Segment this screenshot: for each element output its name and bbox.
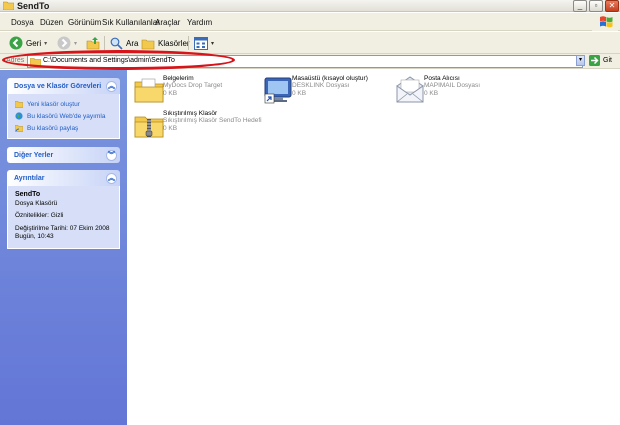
forward-dropdown-icon: ▾ <box>74 40 78 47</box>
views-button[interactable]: ▾ <box>194 35 214 51</box>
go-label: Git <box>603 57 612 64</box>
window-title: SendTo <box>17 1 50 11</box>
views-dropdown-icon: ▾ <box>211 40 215 47</box>
menu-view[interactable]: Görünüm <box>68 18 101 27</box>
panel-title: Dosya ve Klasör Görevleri <box>14 83 102 90</box>
folder-icon <box>30 58 41 67</box>
address-input[interactable]: C:\Documents and Settings\admin\SendTo <box>27 55 583 68</box>
minimize-button[interactable]: _ <box>573 0 587 12</box>
address-label: Adres <box>6 57 25 64</box>
file-name: Masaüstü (kısayol oluştur) <box>292 75 368 82</box>
forward-button[interactable]: ▾ <box>57 35 77 51</box>
file-item[interactable]: Masaüstü (kısayol oluştur) DESKLINK Dosy… <box>258 72 408 108</box>
file-desc: MyDocs Drop Target <box>163 82 223 89</box>
windows-logo-icon <box>592 13 618 31</box>
file-item[interactable]: Posta Alıcısı MAPIMAIL Dosyası 0 KB <box>390 72 540 108</box>
new-folder-icon <box>15 101 23 108</box>
search-button[interactable]: Ara <box>110 35 138 51</box>
details-type: Dosya Klasörü <box>15 199 58 207</box>
file-desc: MAPIMAIL Dosyası <box>424 82 481 89</box>
address-path: C:\Documents and Settings\admin\SendTo <box>43 57 175 64</box>
file-size: 0 KB <box>424 90 439 97</box>
panel-title: Ayrıntılar <box>14 175 45 182</box>
details-modified-time: Bugün, 10:43 <box>15 233 54 240</box>
menu-tools[interactable]: Araçlar <box>155 18 180 27</box>
close-button[interactable]: ✕ <box>605 0 619 12</box>
file-desc: Sıkıştırılmış Klasör SendTo Hedefi <box>163 117 262 124</box>
toolbar: Geri ▾ ▾ Ara Klasörler ▾ <box>0 32 620 54</box>
back-label: Geri <box>26 38 42 48</box>
forward-arrow-icon <box>57 36 71 50</box>
file-name: Posta Alıcısı <box>424 75 460 82</box>
mail-recipient-icon <box>396 76 424 103</box>
file-size: 0 KB <box>163 90 178 97</box>
file-size: 0 KB <box>292 90 307 97</box>
collapse-icon[interactable]: ︽ <box>106 81 117 92</box>
zip-folder-icon <box>134 116 164 138</box>
task-publish-web[interactable]: Bu klasörü Web'de yayımla <box>15 110 119 122</box>
panel-title: Diğer Yerler <box>14 152 54 159</box>
file-name: Belgelerim <box>163 75 194 82</box>
file-size: 0 KB <box>163 125 178 132</box>
panel-header[interactable]: Diğer Yerler ︾ <box>7 147 120 163</box>
back-arrow-icon <box>9 36 23 50</box>
my-documents-icon <box>134 78 164 103</box>
file-name: Sıkıştırılmış Klasör <box>163 110 218 117</box>
views-icon <box>194 36 208 50</box>
folder-icon <box>3 1 14 10</box>
maximize-button[interactable]: ▫ <box>589 0 603 12</box>
up-folder-icon <box>86 37 100 50</box>
details-panel: Ayrıntılar ︽ SendTo Dosya Klasörü Öznite… <box>7 170 120 249</box>
globe-icon <box>15 112 23 120</box>
panel-header[interactable]: Dosya ve Klasör Görevleri ︽ <box>7 78 120 94</box>
file-item[interactable]: Belgelerim MyDocs Drop Target 0 KB <box>129 72 279 108</box>
file-list[interactable]: Belgelerim MyDocs Drop Target 0 KB Masaü… <box>127 70 620 425</box>
menu-bar: Dosya Düzen Görünüm Sık Kullanılanlar Ar… <box>0 13 620 31</box>
expand-icon[interactable]: ︾ <box>106 150 117 161</box>
folders-button[interactable]: Klasörler <box>141 35 190 51</box>
folders-label: Klasörler <box>158 38 190 48</box>
file-desc: DESKLINK Dosyası <box>292 82 350 89</box>
address-bar: Adres C:\Documents and Settings\admin\Se… <box>0 54 620 69</box>
menu-edit[interactable]: Düzen <box>40 18 63 27</box>
title-bar[interactable]: SendTo _ ▫ ✕ <box>0 0 620 12</box>
back-dropdown-icon[interactable]: ▾ <box>44 40 47 47</box>
file-item[interactable]: Sıkıştırılmış Klasör Sıkıştırılmış Klasö… <box>129 107 279 143</box>
search-label: Ara <box>126 38 139 48</box>
search-icon <box>110 37 123 50</box>
task-share-folder[interactable]: Bu klasörü paylaş <box>15 122 119 134</box>
panel-header[interactable]: Ayrıntılar ︽ <box>7 170 120 186</box>
address-dropdown-button[interactable]: ▾ <box>576 55 585 66</box>
details-modified: Değiştirilme Tarihi: 07 Ekim 2008 <box>15 224 110 232</box>
desktop-shortcut-icon <box>264 77 292 104</box>
collapse-icon[interactable]: ︽ <box>106 173 117 184</box>
details-attributes: Öznitelikler: Gizli <box>15 212 64 219</box>
share-folder-icon <box>15 125 23 132</box>
task-new-folder[interactable]: Yeni klasör oluştur <box>15 98 119 110</box>
up-folder-button[interactable] <box>86 35 100 51</box>
folders-icon <box>141 39 155 49</box>
file-folder-tasks-panel: Dosya ve Klasör Görevleri ︽ Yeni klasör … <box>7 78 120 139</box>
back-button[interactable]: Geri ▾ <box>9 35 47 51</box>
menu-favorites[interactable]: Sık Kullanılanlar <box>102 18 160 27</box>
other-places-panel: Diğer Yerler ︾ <box>7 147 120 163</box>
menu-file[interactable]: Dosya <box>11 18 34 27</box>
details-name: SendTo <box>15 191 41 198</box>
go-button[interactable]: Git <box>589 55 612 66</box>
menu-help[interactable]: Yardım <box>187 18 212 27</box>
go-arrow-icon <box>589 55 600 66</box>
task-pane: Dosya ve Klasör Görevleri ︽ Yeni klasör … <box>0 70 127 425</box>
